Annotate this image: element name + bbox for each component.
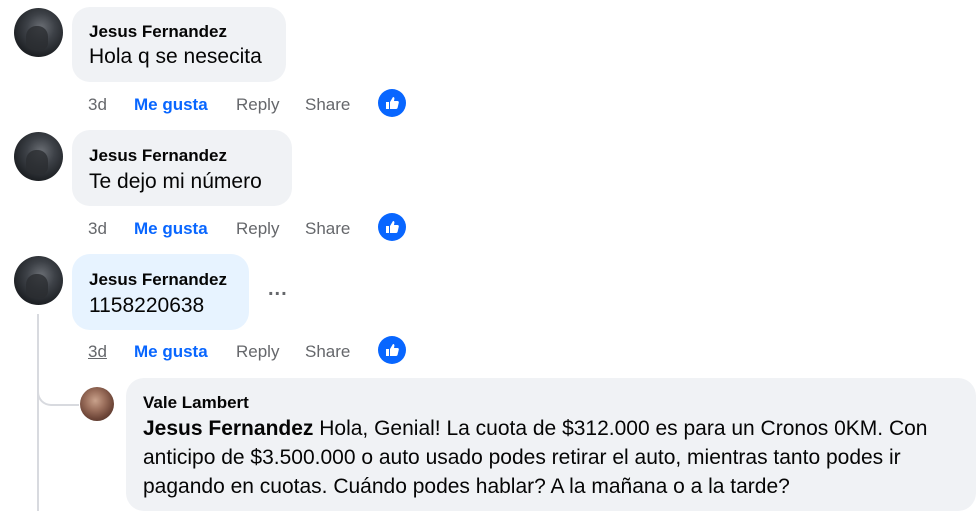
like-reaction-icon[interactable] bbox=[378, 213, 406, 241]
comment-text: 1158220638 bbox=[89, 294, 205, 317]
like-reaction-icon[interactable] bbox=[378, 89, 406, 117]
like-button[interactable]: Me gusta bbox=[134, 342, 208, 362]
thread-line-vertical bbox=[37, 314, 39, 511]
mention-link[interactable]: Jesus Fernandez bbox=[143, 417, 313, 440]
avatar[interactable] bbox=[14, 8, 63, 57]
avatar[interactable] bbox=[14, 132, 63, 181]
comment-bubble bbox=[72, 130, 292, 206]
reply-button[interactable]: Reply bbox=[236, 95, 279, 115]
comment-text: Hola q se nesecita bbox=[89, 45, 262, 68]
reply-author[interactable]: Vale Lambert bbox=[143, 393, 249, 413]
comment-bubble bbox=[72, 254, 249, 330]
reply-button[interactable]: Reply bbox=[236, 342, 279, 362]
share-button[interactable]: Share bbox=[305, 219, 350, 239]
reply-text: Jesus Fernandez Hola, Genial! La cuota d… bbox=[143, 414, 963, 501]
comment-time[interactable]: 3d bbox=[88, 219, 107, 239]
avatar[interactable] bbox=[14, 256, 63, 305]
like-button[interactable]: Me gusta bbox=[134, 95, 208, 115]
more-options-icon[interactable]: ... bbox=[268, 278, 288, 301]
reply-button[interactable]: Reply bbox=[236, 219, 279, 239]
share-button[interactable]: Share bbox=[305, 95, 350, 115]
like-button[interactable]: Me gusta bbox=[134, 219, 208, 239]
comment-time[interactable]: 3d bbox=[88, 342, 107, 362]
comment-author[interactable]: Jesus Fernandez bbox=[89, 270, 227, 290]
comment-text: Te dejo mi número bbox=[89, 170, 262, 193]
share-button[interactable]: Share bbox=[305, 342, 350, 362]
avatar[interactable] bbox=[80, 387, 114, 421]
thread-line-branch bbox=[37, 380, 79, 406]
like-reaction-icon[interactable] bbox=[378, 336, 406, 364]
comment-time[interactable]: 3d bbox=[88, 95, 107, 115]
comment-author[interactable]: Jesus Fernandez bbox=[89, 22, 227, 42]
comment-author[interactable]: Jesus Fernandez bbox=[89, 146, 227, 166]
